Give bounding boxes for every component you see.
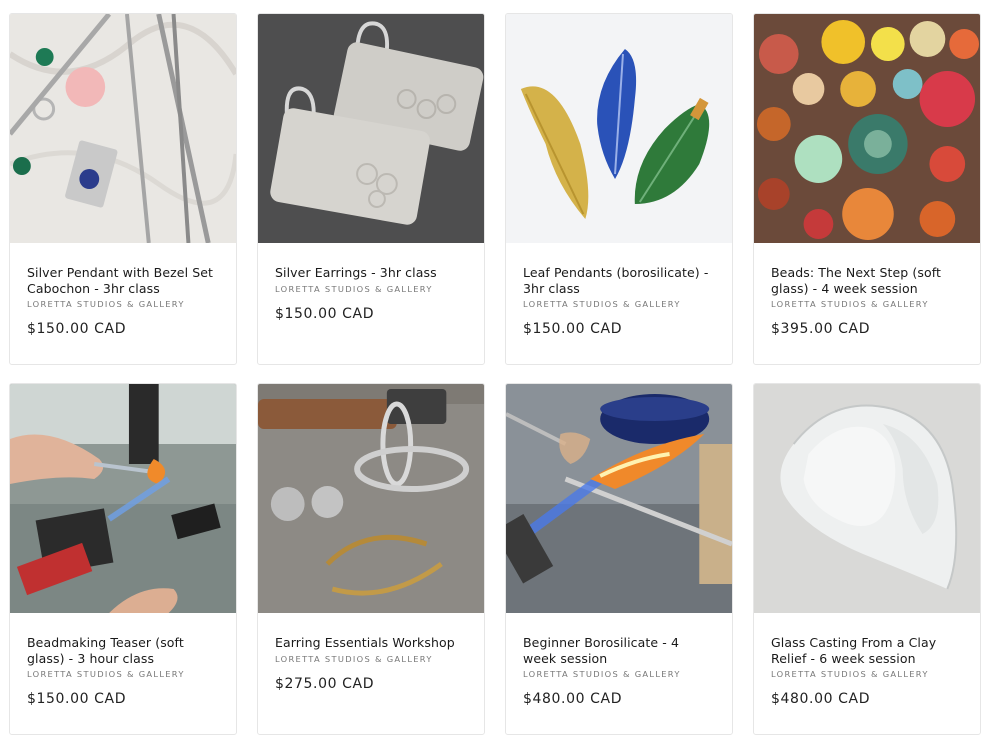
product-grid: Silver Pendant with Bezel Set Cabochon -… (0, 0, 1000, 753)
product-price: $150.00 CAD (27, 691, 127, 707)
product-card[interactable]: Beadmaking Teaser (soft glass) - 3 hour … (9, 383, 237, 735)
product-price: $275.00 CAD (275, 675, 375, 692)
product-vendor: LORETTA STUDIOS & GALLERY (523, 299, 681, 309)
product-card[interactable]: Beginner Borosilicate - 4 week session L… (505, 383, 733, 735)
silver-pendant-photo[interactable] (10, 14, 236, 243)
product-title[interactable]: Beginner Borosilicate - 4 week session (523, 635, 715, 666)
product-title[interactable]: Earring Essentials Workshop (275, 635, 467, 651)
torch-beadmaking-photo[interactable] (10, 384, 236, 613)
product-vendor: LORETTA STUDIOS & GALLERY (27, 299, 185, 309)
product-price: $150.00 CAD (275, 305, 375, 322)
product-vendor: LORETTA STUDIOS & GALLERY (27, 669, 185, 679)
metal-earrings-photo[interactable] (258, 384, 484, 613)
product-card[interactable]: Earring Essentials Workshop LORETTA STUD… (257, 383, 485, 735)
product-title[interactable]: Beadmaking Teaser (soft glass) - 3 hour … (27, 635, 219, 666)
product-price: $150.00 CAD (27, 321, 127, 337)
product-vendor: LORETTA STUDIOS & GALLERY (275, 653, 433, 664)
product-card[interactable]: Silver Earrings - 3hr class LORETTA STUD… (257, 13, 485, 365)
cast-glass-photo[interactable] (754, 384, 980, 613)
silver-earrings-photo[interactable] (258, 14, 484, 243)
product-title[interactable]: Beads: The Next Step (soft glass) - 4 we… (771, 265, 963, 296)
product-card[interactable]: Glass Casting From a Clay Relief - 6 wee… (753, 383, 981, 735)
product-vendor: LORETTA STUDIOS & GALLERY (523, 669, 681, 679)
product-price: $480.00 CAD (771, 691, 871, 707)
product-title[interactable]: Silver Pendant with Bezel Set Cabochon -… (27, 265, 219, 296)
product-title[interactable]: Glass Casting From a Clay Relief - 6 wee… (771, 635, 963, 666)
product-price: $480.00 CAD (523, 691, 623, 707)
product-vendor: LORETTA STUDIOS & GALLERY (771, 669, 929, 679)
product-price: $150.00 CAD (523, 321, 623, 337)
product-title[interactable]: Leaf Pendants (borosilicate) - 3hr class (523, 265, 715, 296)
product-card[interactable]: Beads: The Next Step (soft glass) - 4 we… (753, 13, 981, 365)
borosilicate-torch-photo[interactable] (506, 384, 732, 613)
product-card[interactable]: Leaf Pendants (borosilicate) - 3hr class… (505, 13, 733, 365)
product-title[interactable]: Silver Earrings - 3hr class (275, 265, 467, 281)
product-card[interactable]: Silver Pendant with Bezel Set Cabochon -… (9, 13, 237, 365)
product-vendor: LORETTA STUDIOS & GALLERY (771, 299, 929, 309)
product-price: $395.00 CAD (771, 321, 871, 337)
glass-leaf-pendants-photo[interactable] (506, 14, 732, 243)
glass-beads-photo[interactable] (754, 14, 980, 243)
product-vendor: LORETTA STUDIOS & GALLERY (275, 283, 433, 294)
